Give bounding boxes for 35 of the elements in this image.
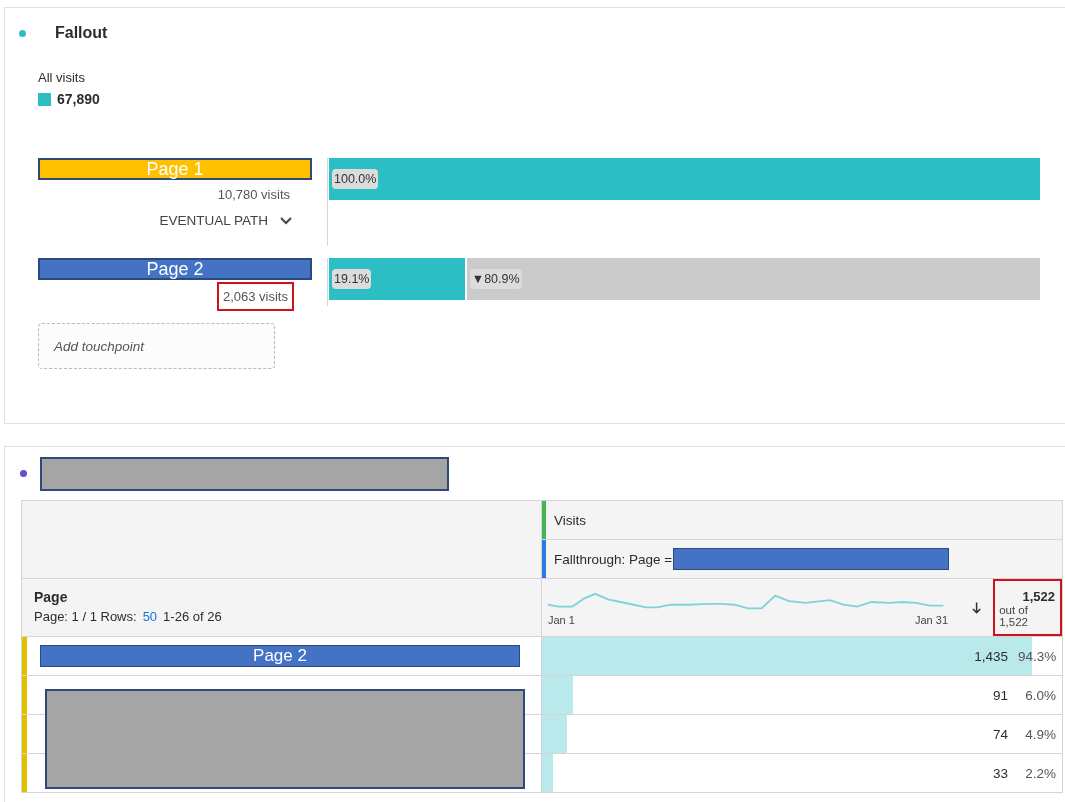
- add-touchpoint-field[interactable]: Add touchpoint: [38, 323, 275, 369]
- segment-value: 67,890: [57, 91, 100, 107]
- row-label: Page 2: [253, 646, 307, 666]
- row-percent: 94.3%: [1018, 648, 1056, 664]
- sort-descending-icon[interactable]: [972, 600, 982, 615]
- status-dot-icon: [20, 470, 27, 477]
- row-range: 1-26 of 26: [163, 609, 222, 624]
- total-value: 1,522: [1022, 589, 1055, 604]
- row-value: 1,435: [974, 648, 1008, 664]
- rows-link[interactable]: 50: [142, 609, 158, 624]
- legend-swatch-icon: [38, 92, 51, 106]
- conversion-percent: 19.1%: [332, 269, 372, 289]
- eventual-path-dropdown[interactable]: EVENTUAL PATH: [157, 211, 294, 230]
- row-value: 33: [992, 765, 1008, 781]
- status-dot-icon: [19, 29, 26, 37]
- pagination-label: Page: 1 / 1 Rows:: [34, 609, 137, 624]
- chevron-down-icon: [280, 216, 292, 225]
- step-visits: 2,063 visits: [216, 282, 294, 311]
- total-caption: out of 1,522: [999, 604, 1029, 628]
- segment-label: All visits: [38, 70, 86, 85]
- fallout-percent: ▼80.9%: [469, 269, 522, 289]
- dimension-name: Page: [34, 589, 69, 605]
- row-percent: 6.0%: [1024, 687, 1056, 703]
- conversion-percent: 100.0%: [332, 169, 379, 189]
- row-percent: 4.9%: [1024, 726, 1056, 742]
- trend-start-date: Jan 1: [548, 613, 575, 626]
- row-value: 91: [992, 687, 1008, 703]
- metric-label: Visits: [554, 512, 586, 528]
- trend-end-date: Jan 31: [914, 613, 948, 626]
- step-visits: 10,780 visits: [216, 186, 291, 204]
- row-percent: 2.2%: [1024, 765, 1056, 781]
- row-value: 74: [992, 726, 1008, 742]
- step-label[interactable]: Page 2: [38, 258, 312, 280]
- segment-label: Fallthrough: Page =: [554, 551, 673, 567]
- panel-title: Fallout: [55, 24, 108, 42]
